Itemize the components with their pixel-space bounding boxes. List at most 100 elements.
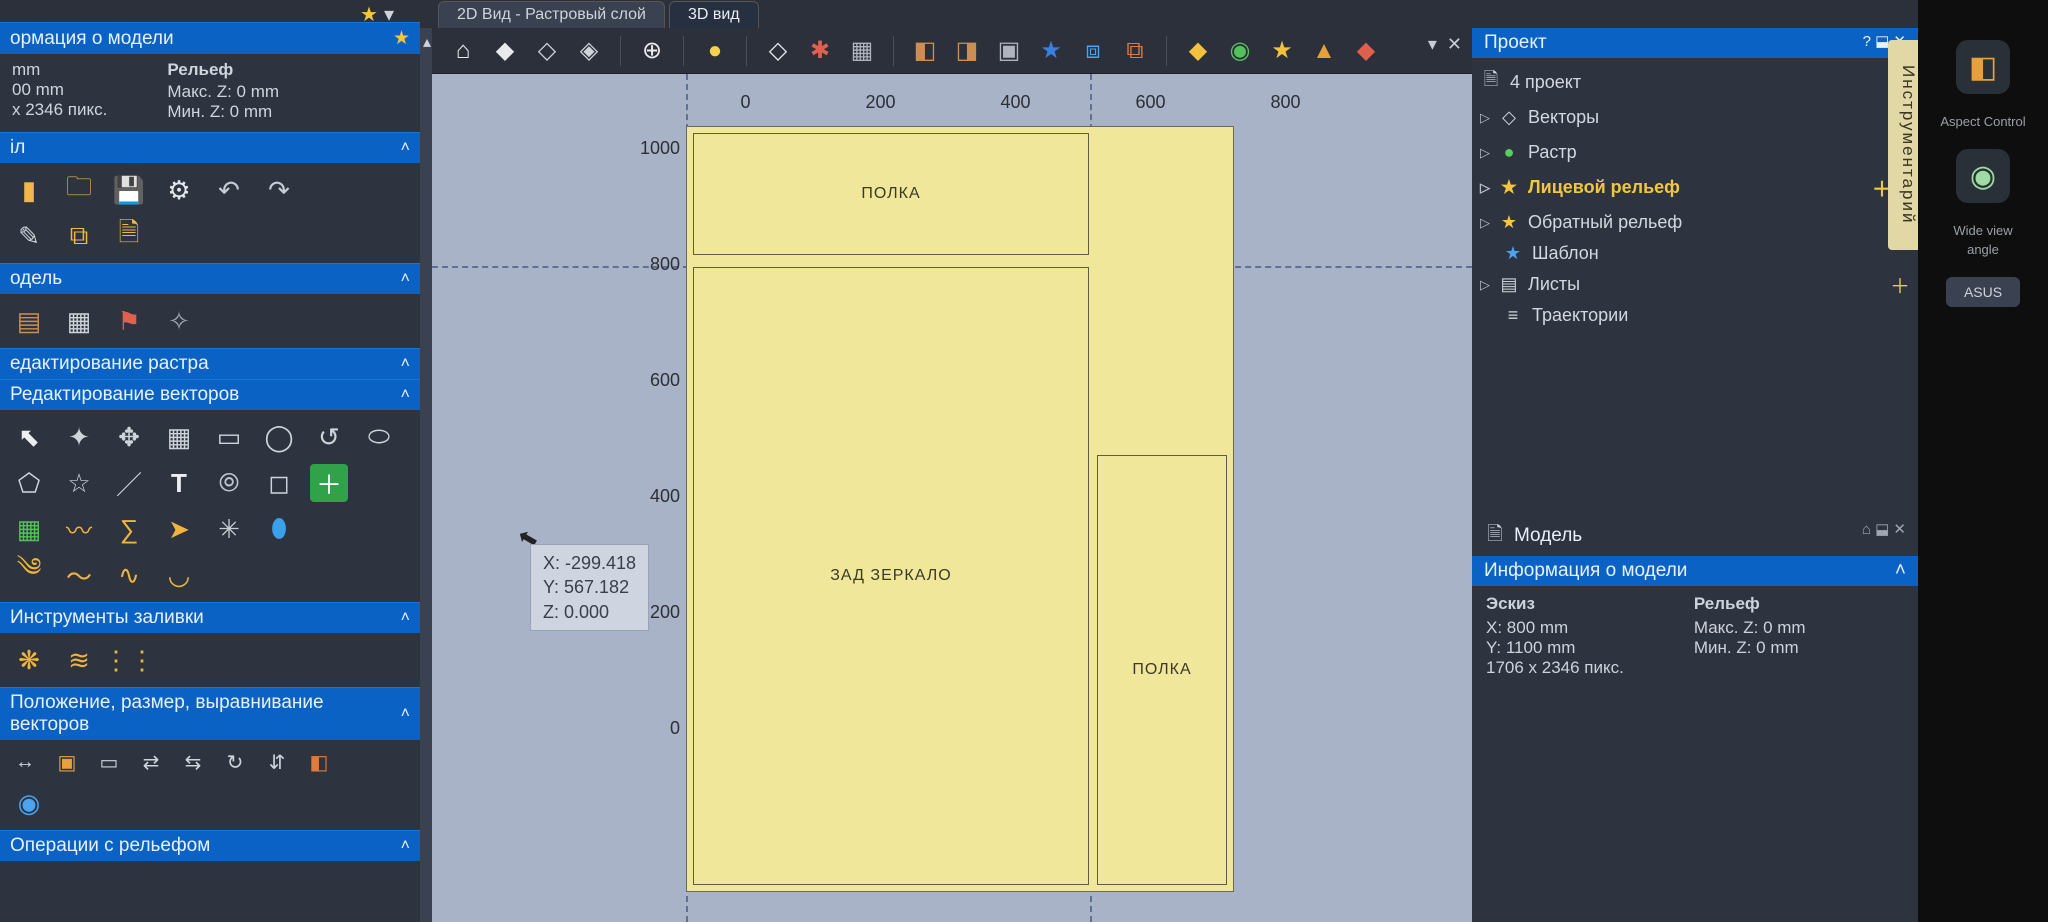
expand-icon[interactable]: ▷ [1480,277,1490,293]
star2-icon[interactable]: ★ [1034,34,1068,68]
tree-item-front-relief[interactable]: ▷ ★ Лицевой рельеф ＋⋮ [1478,170,1910,205]
cube-wire2-icon[interactable]: ◈ [572,34,606,68]
model-tab[interactable]: 🗎 Модель ⌂ ⬓ ✕ [1472,516,1918,556]
resize-icon[interactable]: ▤ [10,302,48,340]
wave-icon[interactable]: 〜 [60,556,98,594]
minimize-icon[interactable]: ▾ [1428,34,1437,55]
close-view-icon[interactable]: ✕ [1447,34,1462,55]
toolbox-vertical-tab[interactable]: Инструментарий [1888,40,1918,250]
zoom-icon[interactable]: ⊕ [635,34,669,68]
curve1-icon[interactable]: 〰 [60,510,98,548]
diamond-red-icon[interactable]: ◆ [1349,34,1383,68]
layer-icon[interactable]: ◇ [761,34,795,68]
fill1-icon[interactable]: ❋ [10,641,48,679]
undo-icon[interactable]: ↶ [210,171,248,209]
align1-icon[interactable]: ↔ [10,748,40,776]
raster-section-header[interactable]: едактирование растра ˄ [0,348,420,379]
curve3-icon[interactable]: ∿ [110,556,148,594]
dot-green-icon[interactable]: ◉ [1223,34,1257,68]
tree-item-back-relief[interactable]: ▷ ★ Обратный рельеф ＋ [1478,205,1910,240]
diamond-yellow-icon[interactable]: ◆ [1181,34,1215,68]
star-outline-icon[interactable]: ✧ [160,302,198,340]
star-tool-icon[interactable]: ☆ [60,464,98,502]
pyramid-icon[interactable]: ▲ [1307,34,1341,68]
grid2-icon[interactable]: ▦ [845,34,879,68]
tree-item-vectors[interactable]: ▷ ◇ Векторы ＋ [1478,100,1910,135]
model-info-header[interactable]: ормация о модели ★ [0,22,420,54]
tree-item-raster[interactable]: ▷ ● Растр ＋ [1478,135,1910,170]
vectors-section-header[interactable]: Редактирование векторов ˄ [0,379,420,410]
tree-item-toolpaths[interactable]: ≡ Траектории [1478,302,1910,329]
copy-icon[interactable]: ⧉ [60,217,98,255]
position-section-header[interactable]: Положение, размер, выравнивание векторов… [0,687,420,740]
align5-icon[interactable]: ⇆ [178,748,208,776]
cube-solid-icon[interactable]: ◆ [488,34,522,68]
compass-icon[interactable]: ✎ [10,217,48,255]
trim-icon[interactable]: ◻ [260,464,298,502]
cube-wire-icon[interactable]: ◇ [530,34,564,68]
layers-icon[interactable]: ⧈ [1076,34,1110,68]
pointer-icon[interactable]: ⬉ [10,418,48,456]
ellipse-icon[interactable]: ⬭ [360,418,398,456]
align7-icon[interactable]: ⇵ [262,748,292,776]
drawing-canvas[interactable]: 0 200 400 600 800 1000 800 600 400 200 0… [432,74,1472,922]
light-icon[interactable]: ● [698,34,732,68]
open-folder-icon[interactable]: 🗀 [60,171,98,209]
star-yellow-icon[interactable]: ★ [1265,34,1299,68]
part-polka-top[interactable]: ПОЛКА [693,133,1089,255]
polygon-icon[interactable]: ⬠ [10,464,48,502]
expand-icon[interactable]: ▷ [1480,180,1490,196]
add-icon[interactable]: ＋ [310,464,348,502]
expand-icon[interactable]: ▷ [1480,215,1490,231]
tree-item-template[interactable]: ★ Шаблон [1478,240,1910,267]
arrow-icon[interactable]: ➤ [160,510,198,548]
axes-icon[interactable]: ✱ [803,34,837,68]
home-view-icon[interactable]: ⌂ [446,34,480,68]
align3-icon[interactable]: ▭ [94,748,124,776]
wand-icon[interactable]: ✳ [210,510,248,548]
fill2-icon[interactable]: ≋ [60,641,98,679]
move-icon[interactable]: ✥ [110,418,148,456]
layers2-icon[interactable]: ⧉ [1118,34,1152,68]
tab-2d-view[interactable]: 2D Вид - Растровый слой [438,1,665,28]
t3-icon[interactable]: ▣ [992,34,1026,68]
model-info-header2[interactable]: Информация о модели ˄ [1472,556,1918,586]
align6-icon[interactable]: ↻ [220,748,250,776]
t1-icon[interactable]: ◧ [908,34,942,68]
arc-icon[interactable]: ↺ [310,418,348,456]
grid-icon[interactable]: ▦ [60,302,98,340]
new-file-icon[interactable]: ▮ [10,171,48,209]
mesh-icon[interactable]: ▦ [160,418,198,456]
node-edit-icon[interactable]: ✦ [60,418,98,456]
align8-icon[interactable]: ◧ [304,748,334,776]
redo-icon[interactable]: ↷ [260,171,298,209]
fill3-icon[interactable]: ⋮⋮ [110,641,148,679]
tree-root[interactable]: 🗎 4 проект [1478,64,1910,100]
paint-icon[interactable]: ⬮ [260,510,298,548]
add-icon[interactable]: ＋ [1890,270,1908,299]
settings-gear-icon[interactable]: ⚙ [160,171,198,209]
text-tool-icon[interactable]: T [160,464,198,502]
axe-icon[interactable]: ⚑ [110,302,148,340]
circle-icon[interactable]: ◯ [260,418,298,456]
project-header[interactable]: Проект ? ⬓ ✕ [1472,28,1918,58]
measure-icon[interactable]: ⦾ [210,464,248,502]
t2-icon[interactable]: ◨ [950,34,984,68]
curve4-icon[interactable]: ◡ [160,556,198,594]
align4-icon[interactable]: ⇄ [136,748,166,776]
line-icon[interactable]: ／ [110,464,148,502]
relief-ops-header[interactable]: Операции с рельефом ˄ [0,830,420,861]
part-mirror-back[interactable]: ЗАД ЗЕРКАЛО [693,267,1089,885]
file-section-header[interactable]: іл ˄ [0,132,420,163]
part-polka-right[interactable]: ПОЛКА [1097,455,1227,885]
rectangle-icon[interactable]: ▭ [210,418,248,456]
tab-3d-view[interactable]: 3D вид [669,1,759,28]
spiral-icon[interactable]: ༄ [10,556,48,594]
align2-icon[interactable]: ▣ [52,748,82,776]
expand-icon[interactable]: ▷ [1480,145,1490,161]
fill-section-header[interactable]: Инструменты заливки ˄ [0,602,420,633]
tree-item-sheets[interactable]: ▷ ▤ Листы ＋ [1478,267,1910,302]
expand-icon[interactable]: ▷ [1480,110,1490,126]
globe-icon[interactable]: ◉ [10,784,48,822]
model-section-header[interactable]: одель ˄ [0,263,420,294]
